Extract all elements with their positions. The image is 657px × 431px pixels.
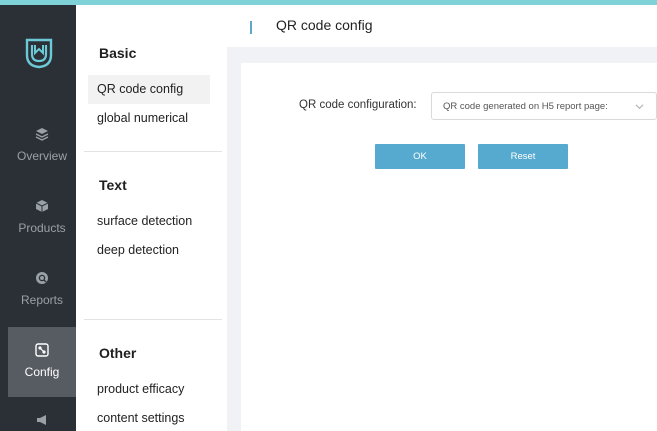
menu-item-content-settings[interactable]: content settings bbox=[88, 404, 210, 431]
chevron-down-icon bbox=[635, 104, 644, 110]
products-icon bbox=[35, 200, 49, 212]
qr-config-select[interactable]: QR code generated on H5 report page: bbox=[431, 92, 657, 120]
page-title: QR code config bbox=[276, 17, 373, 33]
config-card: QR code configuration: QR code generated… bbox=[241, 63, 657, 431]
rail-item-overview[interactable]: Overview bbox=[8, 127, 76, 199]
overview-icon bbox=[35, 128, 49, 141]
menu-item-deep-detection[interactable]: deep detection bbox=[88, 236, 210, 265]
menu-item-global-numerical[interactable]: global numerical bbox=[88, 104, 210, 133]
menu-item-product-efficacy[interactable]: product efficacy bbox=[88, 375, 210, 404]
menu-item-qr-code-config[interactable]: QR code config bbox=[88, 75, 210, 104]
rail-item-label: Products bbox=[18, 221, 66, 235]
main-content: QR code config QR code configuration: QR… bbox=[227, 5, 657, 431]
reports-icon bbox=[36, 272, 48, 284]
app-logo-icon bbox=[25, 38, 53, 69]
reset-button[interactable]: Reset bbox=[478, 144, 568, 169]
rail-item-announcements[interactable] bbox=[8, 413, 76, 431]
rail-item-label: Reports bbox=[20, 293, 64, 307]
menu-section-title: Other bbox=[99, 345, 137, 361]
megaphone-icon bbox=[37, 415, 46, 425]
title-accent-bar bbox=[250, 21, 252, 34]
config-icon bbox=[35, 343, 49, 357]
settings-menu: Basic QR code config global numerical Te… bbox=[76, 5, 227, 431]
qr-config-select-value: QR code generated on H5 report page: bbox=[443, 101, 608, 112]
icon-rail: Overview Products Reports Config bbox=[0, 5, 76, 431]
rail-item-products[interactable]: Products bbox=[8, 199, 76, 271]
ok-button[interactable]: OK bbox=[375, 144, 465, 169]
rail-item-label: Overview bbox=[16, 149, 67, 163]
menu-section-title: Basic bbox=[99, 45, 137, 61]
menu-divider bbox=[84, 319, 222, 320]
menu-item-surface-detection[interactable]: surface detection bbox=[88, 207, 210, 236]
rail-item-config[interactable]: Config bbox=[8, 327, 76, 397]
rail-item-label: Config bbox=[24, 365, 60, 379]
qr-config-label: QR code configuration: bbox=[299, 99, 417, 111]
page-header: QR code config bbox=[227, 5, 657, 47]
menu-divider bbox=[84, 151, 222, 152]
menu-section-title: Text bbox=[99, 177, 127, 193]
